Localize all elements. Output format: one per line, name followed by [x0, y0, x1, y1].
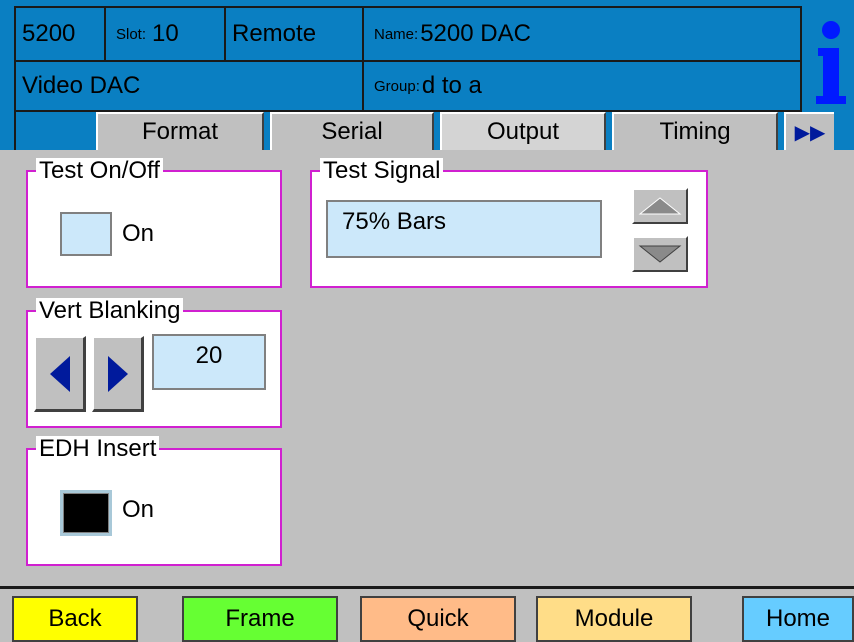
test-signal-select[interactable]: 75% Bars [326, 200, 602, 258]
vert-blanking-group: Vert Blanking 20 [26, 298, 282, 428]
mode-cell: Remote [226, 8, 364, 60]
test-signal-down-button[interactable] [632, 236, 688, 272]
vert-blanking-title: Vert Blanking [36, 298, 184, 324]
test-onoff-title: Test On/Off [36, 158, 163, 184]
slot-cell: Slot: 10 [106, 8, 226, 60]
edh-insert-group: EDH Insert On [26, 436, 282, 566]
frame-button-label: Frame [225, 605, 295, 632]
tab-format-label: Format [141, 118, 218, 145]
name-cell: Name: 5200 DAC [364, 8, 802, 60]
header-divider-top [14, 6, 802, 8]
test-signal-title: Test Signal [320, 158, 444, 184]
tab-bar-right-spacer [834, 112, 854, 150]
name-value: 5200 DAC [420, 20, 531, 47]
edh-insert-title: EDH Insert [36, 436, 160, 462]
edh-insert-checkbox[interactable] [60, 490, 112, 536]
group-cell: Group: d to a [364, 62, 802, 110]
module-button-label: Module [574, 605, 654, 632]
vert-blanking-increment-button[interactable] [92, 336, 144, 412]
test-onoff-checkbox-label: On [122, 220, 155, 247]
model-cell: 5200 [14, 8, 106, 60]
triangle-down-icon [638, 245, 682, 263]
home-button[interactable]: Home [742, 596, 854, 642]
model-label: 5200 [22, 20, 76, 47]
test-signal-value: 75% Bars [342, 208, 447, 235]
double-right-arrow-icon: ▶▶ [794, 121, 826, 144]
mode-label: Remote [232, 20, 317, 47]
tab-format[interactable]: Format [96, 112, 264, 150]
triangle-up-icon [638, 197, 682, 215]
back-button-label: Back [48, 605, 102, 632]
quick-button-label: Quick [407, 605, 469, 632]
quick-button[interactable]: Quick [360, 596, 516, 642]
device-type-cell: Video DAC [14, 62, 364, 110]
slot-value: 10 [152, 20, 179, 47]
test-signal-up-button[interactable] [632, 188, 688, 224]
group-label: Group: [374, 77, 420, 95]
tab-output-label: Output [486, 118, 560, 145]
back-button[interactable]: Back [12, 596, 138, 642]
info-icon[interactable] [804, 8, 850, 110]
test-signal-group: Test Signal 75% Bars [310, 158, 708, 288]
test-onoff-group: Test On/Off On [26, 158, 282, 288]
header-divider-mid [14, 60, 802, 62]
home-button-label: Home [765, 605, 831, 632]
tab-bar-left-spacer [14, 112, 96, 150]
device-type-label: Video DAC [22, 72, 141, 99]
arrow-right-icon [107, 355, 128, 392]
slot-label: Slot: [116, 25, 147, 43]
tab-timing[interactable]: Timing [612, 112, 778, 150]
module-button[interactable]: Module [536, 596, 692, 642]
tab-timing-label: Timing [659, 118, 731, 145]
vert-blanking-decrement-button[interactable] [34, 336, 86, 412]
frame-button[interactable]: Frame [182, 596, 338, 642]
tabs-more-button[interactable]: ▶▶ [784, 112, 834, 150]
test-onoff-checkbox[interactable] [60, 212, 112, 256]
tab-output[interactable]: Output [440, 112, 606, 150]
tab-serial[interactable]: Serial [270, 112, 434, 150]
arrow-left-icon [49, 355, 70, 392]
group-value: d to a [421, 72, 482, 99]
name-label: Name: [374, 25, 419, 43]
vert-blanking-input[interactable]: 20 [152, 334, 266, 390]
edh-insert-checkbox-label: On [122, 496, 155, 523]
vert-blanking-value: 20 [195, 342, 223, 369]
tab-serial-label: Serial [321, 118, 383, 145]
